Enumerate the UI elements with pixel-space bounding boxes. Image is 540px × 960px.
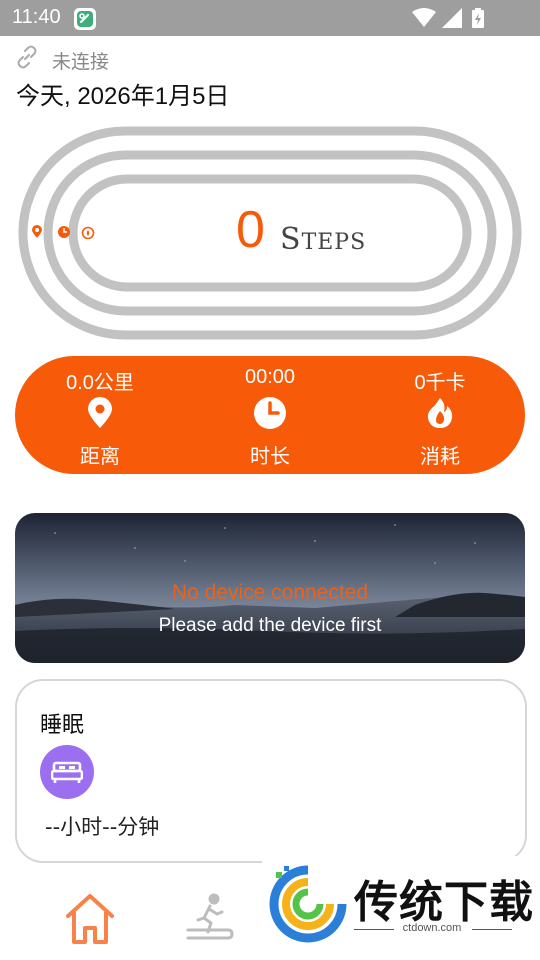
no-device-subtitle: Please add the device first [158, 615, 382, 636]
no-device-title: No device connected [171, 581, 369, 604]
flame-icon [427, 398, 453, 428]
connection-status-text: 未连接 [52, 51, 110, 73]
app-notification-icon [74, 8, 96, 30]
watermark-name: 传统下载 [354, 877, 534, 928]
watermark-rule-right [472, 929, 512, 930]
stat-distance[interactable]: 0.0公里 距离 [15, 356, 185, 474]
tab-home[interactable] [60, 866, 120, 956]
track-location-icon [32, 225, 42, 238]
sleep-badge [40, 745, 94, 799]
unlink-icon [14, 44, 40, 70]
signal-icon [442, 8, 462, 28]
date-label: 今天, 2026年1月5日 [16, 83, 230, 110]
track-clock-icon [58, 226, 70, 238]
distance-value: 0.0公里 [66, 372, 134, 394]
sleep-duration: --小时--分钟 [45, 815, 160, 839]
treadmill-runner-icon [186, 893, 234, 940]
clock-icon [254, 397, 286, 429]
location-pin-icon [88, 397, 112, 428]
watermark: 传统下载 ctdown.com [262, 856, 540, 960]
wifi-icon [412, 8, 436, 27]
duration-label: 时长 [250, 444, 290, 468]
battery-icon [472, 8, 484, 28]
device-banner[interactable]: No device connected Please add the devic… [15, 513, 525, 663]
calories-label: 消耗 [420, 444, 460, 468]
status-bar: 11:40 [0, 0, 540, 36]
home-icon [66, 894, 114, 944]
sleep-card[interactable]: 睡眠 --小时--分钟 [15, 679, 527, 863]
stat-duration[interactable]: 00:00 时长 [185, 356, 355, 474]
activity-stats: 0.0公里 距离 00:00 时长 0千卡 消耗 [15, 356, 525, 474]
bed-icon [51, 761, 83, 783]
distance-label: 距离 [80, 444, 120, 468]
track-flame-icon [81, 226, 95, 239]
stat-calories[interactable]: 0千卡 消耗 [355, 356, 525, 474]
sleep-title: 睡眠 [40, 713, 85, 738]
status-time: 11:40 [12, 6, 61, 28]
watermark-url: ctdown.com [402, 922, 462, 934]
steps-count: 0 [236, 201, 265, 259]
steps-unit-label: STEPS [280, 222, 367, 257]
tab-sport[interactable] [180, 866, 240, 956]
duration-value: 00:00 [244, 366, 296, 388]
watermark-logo [269, 865, 347, 943]
calories-value: 0千卡 [414, 372, 466, 394]
